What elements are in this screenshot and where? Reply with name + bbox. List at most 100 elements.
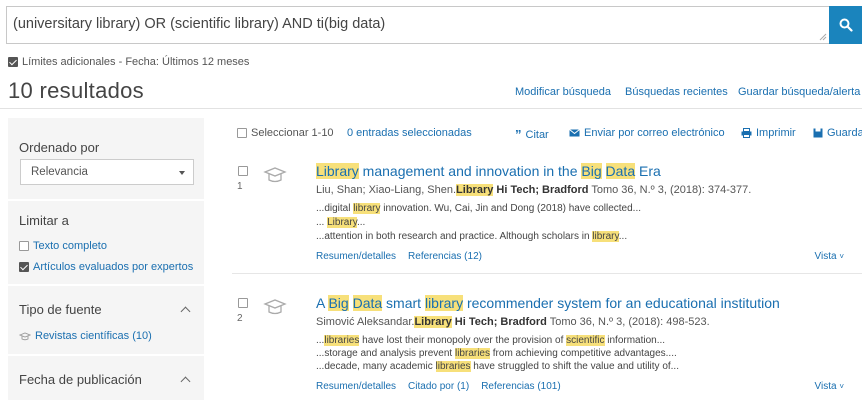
print-label: Imprimir [756, 127, 796, 139]
select-all-checkbox[interactable] [237, 128, 247, 138]
snippet-text: have lost their monopoly over the provis… [359, 335, 567, 346]
view-dropdown[interactable]: Vista ˅ [814, 381, 844, 392]
envelope-icon [569, 129, 580, 137]
result-snippet: ... Library... [316, 217, 365, 228]
chevron-up-icon[interactable] [180, 376, 191, 387]
references-link[interactable]: Referencias (101) [481, 381, 560, 392]
save-button[interactable]: Guardar [813, 127, 862, 139]
limit-title: Limitar a [19, 213, 69, 228]
full-text-filter[interactable]: Texto completo [19, 240, 107, 252]
highlighted-term: library [592, 231, 619, 242]
title-text: management and innovation in the [358, 163, 582, 179]
snippet-text: ...storage and analysis prevent [316, 348, 455, 359]
search-query[interactable]: (universitary library) OR (scientific li… [13, 16, 385, 32]
chevron-down-icon: ˅ [839, 382, 844, 391]
source-type-item[interactable]: Revistas científicas (10) [19, 330, 152, 342]
mortarboard-icon [19, 332, 31, 340]
full-text-checkbox[interactable] [19, 241, 29, 251]
title-text: Era [635, 163, 661, 179]
result-checkbox[interactable] [238, 298, 248, 308]
snippet-text: ... [618, 231, 628, 242]
mortarboard-icon [263, 167, 287, 183]
mortarboard-icon [263, 299, 287, 315]
snippet-text: ... [316, 217, 328, 228]
cite-button[interactable]: ” Citar [515, 127, 549, 142]
result-snippet: ...storage and analysis prevent librarie… [316, 348, 677, 359]
highlighted-term: Library [456, 184, 494, 196]
highlighted-term: library [353, 203, 381, 214]
meta-text: Hi Tech; Bradford [451, 316, 547, 328]
snippet-text: have struggled to shift the value and ut… [470, 361, 679, 372]
search-icon [839, 18, 853, 32]
title-text: recommender system for an educational in… [463, 295, 780, 311]
sort-value: Relevancia [31, 166, 88, 178]
selected-entries[interactable]: 0 entradas seleccionadas [347, 127, 472, 139]
view-dropdown[interactable]: Vista ˅ [814, 251, 844, 262]
snippet-text: ...decade, many academic [316, 361, 436, 372]
sidebar-divider [8, 354, 204, 356]
email-button[interactable]: Enviar por correo electrónico [569, 127, 725, 139]
snippet-text: from achieving competitive advantages...… [490, 348, 677, 359]
result-number: 2 [237, 313, 243, 324]
abstract-details-link[interactable]: Resumen/detalles [316, 381, 396, 392]
chevron-up-icon[interactable] [180, 306, 191, 317]
cited-by-link[interactable]: Citado por (1) [408, 381, 469, 392]
highlighted-term: Data [605, 163, 636, 179]
meta-text: Tomo 36, N.º 3, (2018): 498-523. [546, 316, 710, 328]
save-search-alert-link[interactable]: Guardar búsqueda/alerta [738, 86, 860, 98]
limits-checkbox[interactable] [8, 57, 18, 67]
peer-reviewed-label[interactable]: Artículos evaluados por expertos [33, 261, 193, 273]
highlighted-term: libraries [435, 361, 471, 372]
highlighted-term: Library [414, 316, 452, 328]
highlighted-term: library [424, 295, 464, 311]
title-text: A [316, 295, 329, 311]
result-snippet: ...attention in both research and practi… [316, 231, 627, 242]
source-type-link[interactable]: Revistas científicas (10) [35, 330, 152, 342]
printer-icon [741, 128, 752, 138]
limits-label: Límites adicionales - Fecha: Últimos 12 … [22, 56, 250, 68]
select-range[interactable]: Seleccionar 1-10 [237, 127, 334, 139]
result-snippet: ...digital library innovation. Wu, Cai, … [316, 203, 641, 214]
quote-icon: ” [515, 127, 522, 142]
highlighted-term: libraries [324, 335, 360, 346]
title-text: smart [382, 295, 425, 311]
result-snippet: ...libraries have lost their monopoly ov… [316, 335, 665, 346]
result-links: Resumen/detalles Citado por (1) Referencia… [316, 381, 573, 392]
meta-text: Hi Tech; Bradford [493, 184, 589, 196]
result-checkbox[interactable] [238, 166, 248, 176]
title-text [602, 163, 606, 179]
result-title-link[interactable]: Library management and innovation in the… [316, 163, 661, 179]
view-label: Vista [814, 251, 837, 262]
peer-reviewed-checkbox[interactable] [19, 262, 29, 272]
sidebar: Ordenado por Relevancia Limitar a Texto … [8, 118, 204, 400]
sidebar-divider [8, 199, 204, 201]
highlighted-term: scientific [566, 335, 605, 346]
result-divider [232, 273, 862, 274]
snippet-text: innovation. Wu, Cai, Jin and Dong (2018)… [380, 203, 642, 214]
highlighted-term: Big [328, 295, 349, 311]
abstract-details-link[interactable]: Resumen/detalles [316, 251, 396, 262]
search-input[interactable]: (universitary library) OR (scientific li… [6, 6, 830, 44]
snippet-text: ...attention in both research and practi… [316, 231, 593, 242]
full-text-label[interactable]: Texto completo [33, 240, 107, 252]
resize-grip-icon[interactable] [819, 33, 827, 41]
highlighted-term: Data [352, 295, 383, 311]
snippet-text: ...digital [316, 203, 354, 214]
save-label: Guardar [827, 127, 862, 139]
result-meta: Liu, Shan; Xiao-Liang, Shen.Library Hi T… [316, 184, 751, 196]
search-button[interactable] [829, 6, 862, 44]
modify-search-link[interactable]: Modificar búsqueda [515, 86, 611, 98]
title-text [349, 295, 353, 311]
chevron-down-icon [179, 171, 185, 175]
snippet-text: ... [356, 217, 366, 228]
result-meta: Simović Aleksandar.Library Hi Tech; Brad… [316, 316, 710, 328]
print-button[interactable]: Imprimir [741, 127, 796, 139]
sort-select[interactable]: Relevancia [20, 159, 194, 185]
view-label: Vista [814, 381, 837, 392]
peer-reviewed-filter[interactable]: Artículos evaluados por expertos [19, 261, 193, 273]
sort-title: Ordenado por [19, 140, 100, 155]
pub-date-title: Fecha de publicación [19, 372, 142, 387]
references-link[interactable]: Referencias (12) [408, 251, 482, 262]
result-title-link[interactable]: A Big Data smart library recommender sys… [316, 295, 780, 311]
recent-searches-link[interactable]: Búsquedas recientes [625, 86, 728, 98]
